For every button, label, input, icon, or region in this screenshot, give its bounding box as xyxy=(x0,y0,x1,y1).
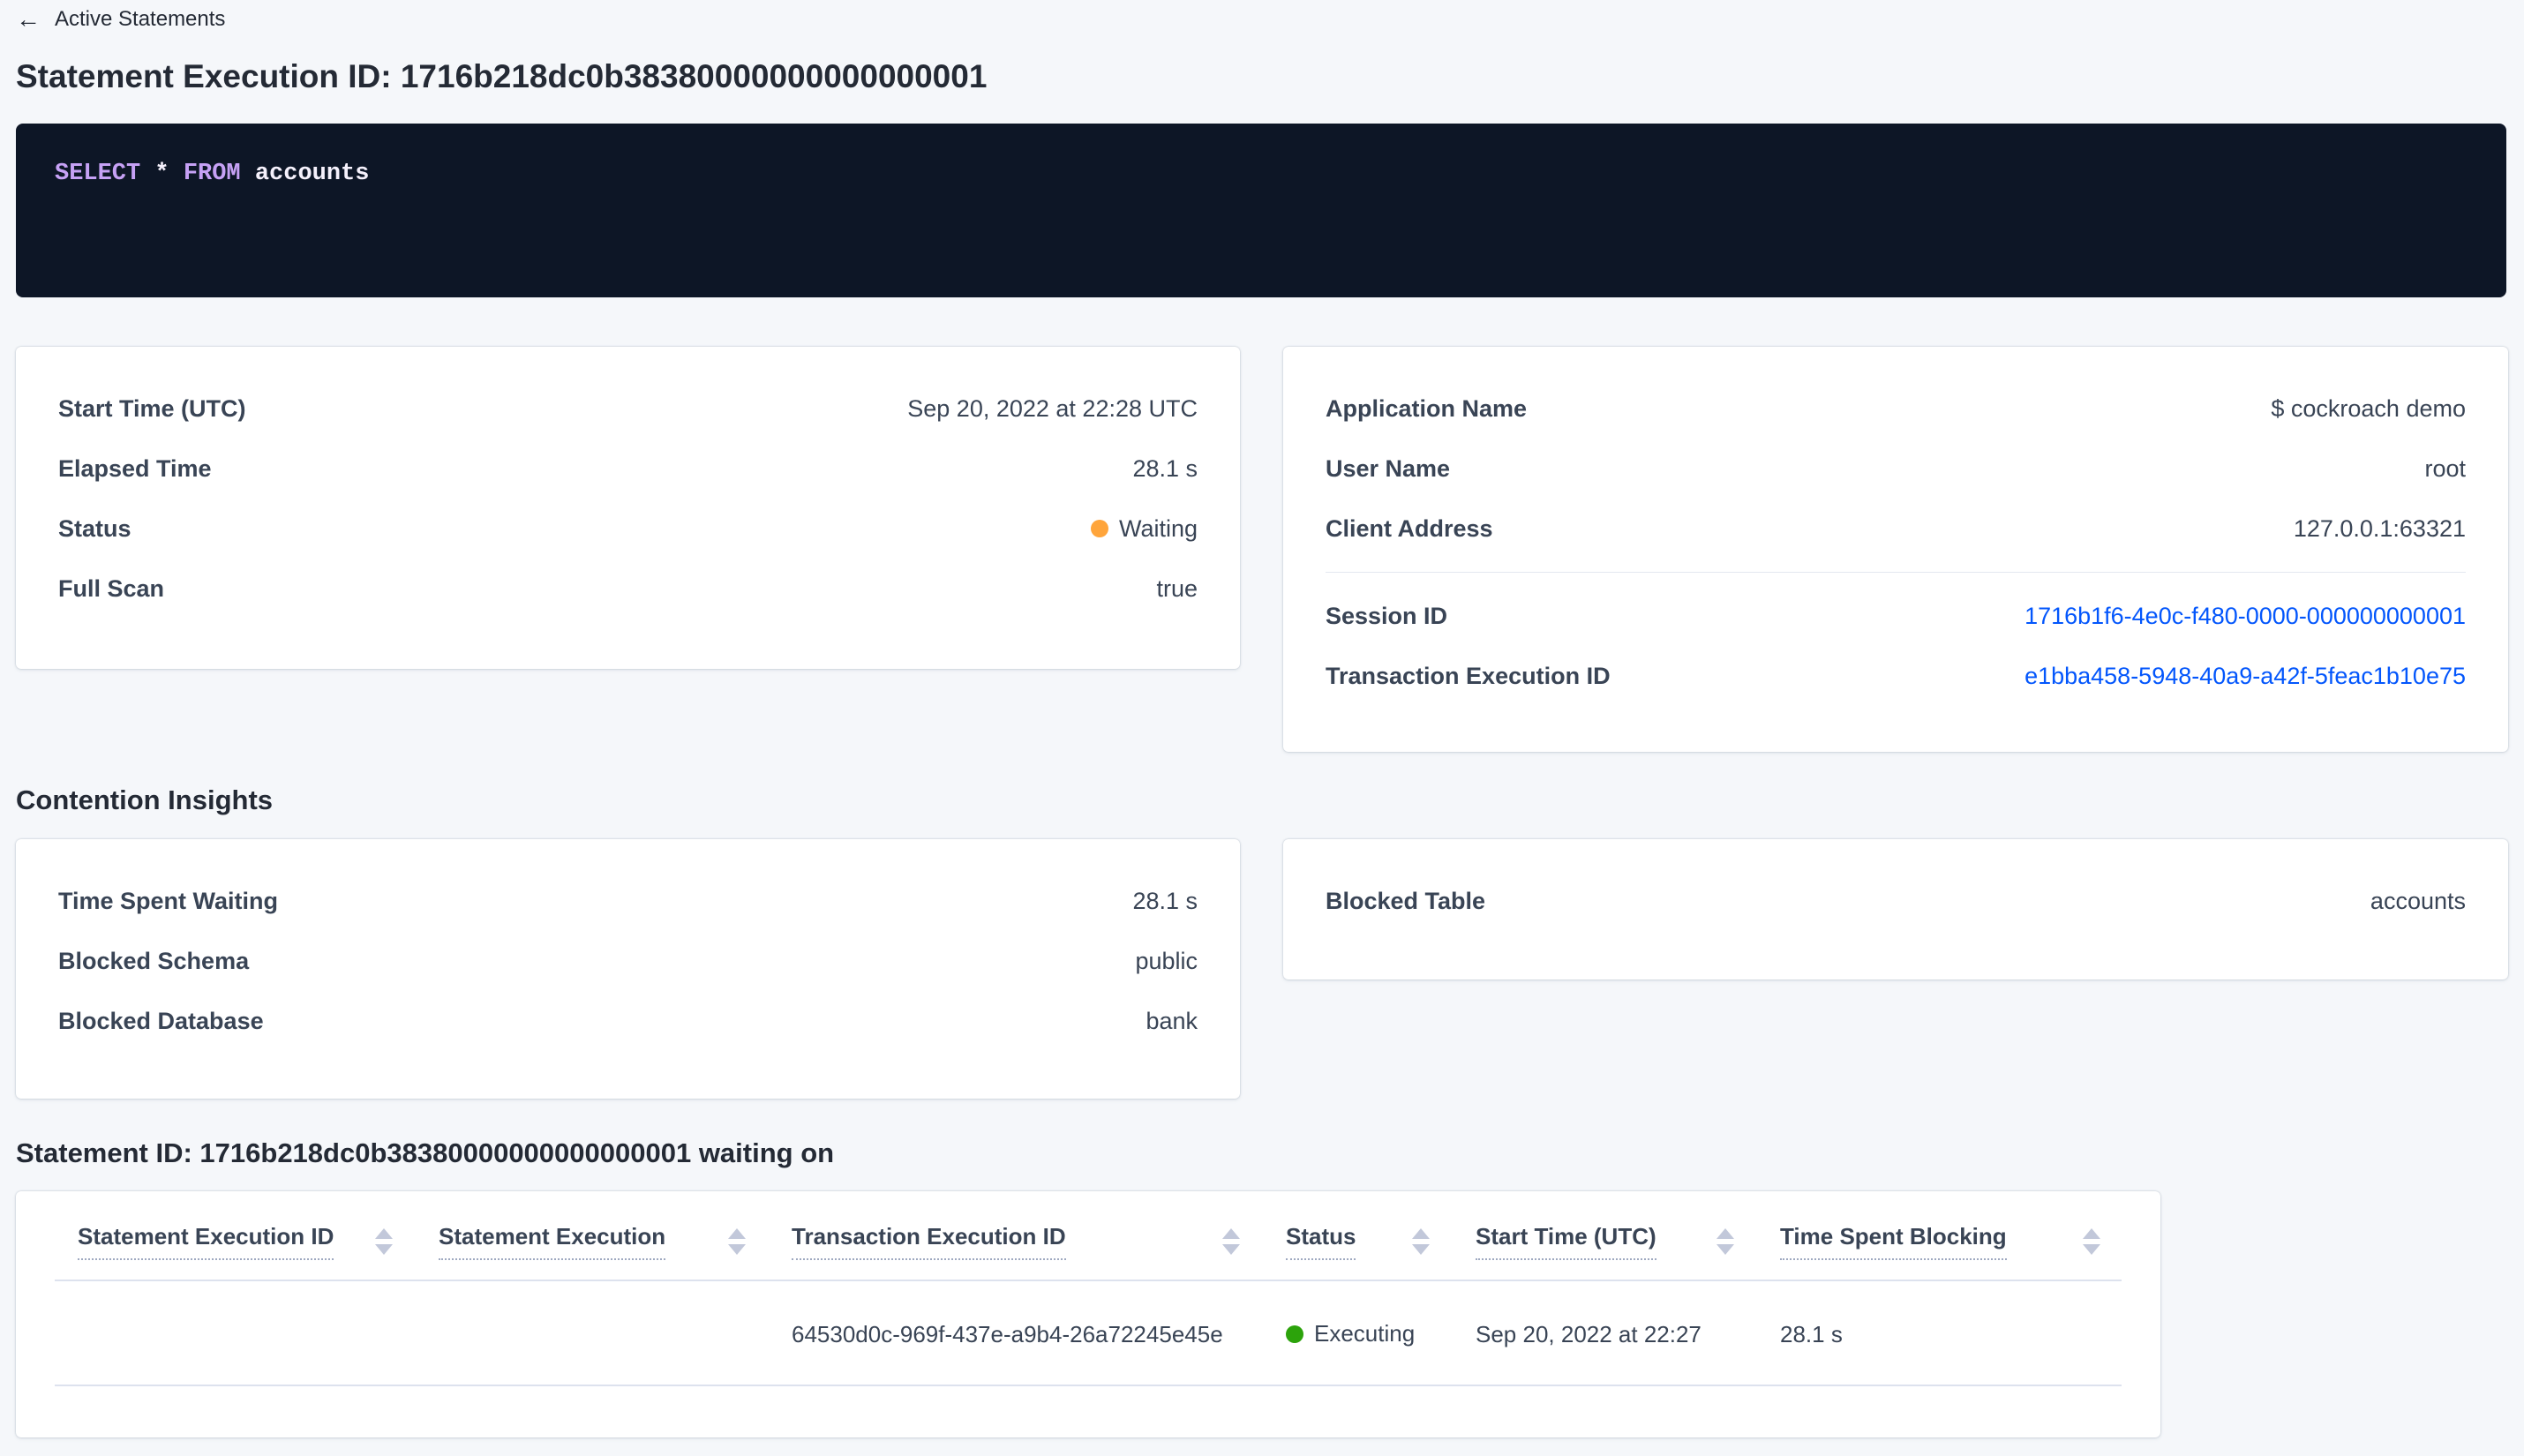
column-header-label: Status xyxy=(1286,1223,1356,1260)
kv-value: root xyxy=(2424,454,2466,482)
sql-plain: accounts xyxy=(240,161,370,187)
kv-value: public xyxy=(1135,947,1198,974)
column-header-statement-execution[interactable]: Statement Execution xyxy=(439,1191,792,1281)
waiting-on-table-card: Statement Execution ID Statement Executi… xyxy=(16,1191,2160,1437)
execution-overview-card: Start Time (UTC) Sep 20, 2022 at 22:28 U… xyxy=(16,347,1240,669)
blocked-table-card: Blocked Table accounts xyxy=(1283,839,2508,979)
kv-value: 28.1 s xyxy=(1132,454,1198,482)
kv-label: Time Spent Waiting xyxy=(58,887,279,914)
contention-cards-row: Time Spent Waiting 28.1 s Blocked Schema… xyxy=(16,839,2508,1099)
kv-row-time-spent-waiting: Time Spent Waiting 28.1 s xyxy=(58,871,1198,931)
statement-execution-details-page: ← Active Statements Statement Execution … xyxy=(0,0,2524,1437)
column-header-label: Start Time (UTC) xyxy=(1476,1223,1656,1260)
column-header-statement-execution-id[interactable]: Statement Execution ID xyxy=(55,1191,439,1281)
column-header-transaction-execution-id[interactable]: Transaction Execution ID xyxy=(792,1191,1286,1281)
cell-statement-execution-id xyxy=(55,1280,439,1386)
sql-statement-box: SELECT * FROM accounts xyxy=(16,124,2506,297)
executing-status-dot-icon xyxy=(1286,1325,1303,1343)
status-text: Waiting xyxy=(1118,514,1198,542)
kv-row-blocked-table: Blocked Table accounts xyxy=(1326,871,2466,931)
sort-icon xyxy=(1412,1228,1430,1255)
kv-label: Session ID xyxy=(1326,602,1448,629)
kv-value: Sep 20, 2022 at 22:28 UTC xyxy=(907,394,1198,422)
waiting-on-table: Statement Execution ID Statement Executi… xyxy=(55,1191,2122,1386)
kv-value: true xyxy=(1156,574,1198,602)
cell-statement-execution xyxy=(439,1280,792,1386)
sort-icon xyxy=(1222,1228,1240,1255)
kv-label: Full Scan xyxy=(58,574,165,602)
kv-row-elapsed-time: Elapsed Time 28.1 s xyxy=(58,439,1198,499)
sql-keyword: FROM xyxy=(183,161,241,187)
kv-value: 28.1 s xyxy=(1132,887,1198,914)
contention-insights-heading: Contention Insights xyxy=(16,784,274,815)
kv-row-application-name: Application Name $ cockroach demo xyxy=(1326,379,2466,439)
back-link-label: Active Statements xyxy=(55,7,226,31)
kv-label: Blocked Schema xyxy=(58,947,250,974)
kv-value: $ cockroach demo xyxy=(2271,394,2466,422)
kv-row-status: Status Waiting xyxy=(58,499,1198,559)
column-header-label: Statement Execution xyxy=(439,1223,666,1260)
cell-time-spent-blocking: 28.1 s xyxy=(1780,1280,2122,1386)
session-details-card: Application Name $ cockroach demo User N… xyxy=(1283,347,2508,752)
kv-row-start-time: Start Time (UTC) Sep 20, 2022 at 22:28 U… xyxy=(58,379,1198,439)
kv-label: Blocked Database xyxy=(58,1007,264,1034)
kv-label: Application Name xyxy=(1326,394,1528,422)
column-header-status[interactable]: Status xyxy=(1286,1191,1476,1281)
cell-transaction-execution-id: 64530d0c-969f-437e-a9b4-26a72245e45e xyxy=(792,1280,1286,1386)
column-header-time-spent-blocking[interactable]: Time Spent Blocking xyxy=(1780,1191,2122,1281)
kv-value: bank xyxy=(1146,1007,1198,1034)
kv-row-blocked-schema: Blocked Schema public xyxy=(58,931,1198,991)
sort-icon xyxy=(2083,1228,2100,1255)
kv-row-session-id: Session ID 1716b1f6-4e0c-f480-0000-00000… xyxy=(1326,586,2466,646)
kv-label: User Name xyxy=(1326,454,1451,482)
column-header-label: Statement Execution ID xyxy=(78,1223,334,1260)
kv-value: accounts xyxy=(2370,887,2466,914)
kv-row-full-scan: Full Scan true xyxy=(58,559,1198,619)
contention-waiting-card: Time Spent Waiting 28.1 s Blocked Schema… xyxy=(16,839,1240,1099)
sort-icon xyxy=(728,1228,746,1255)
back-to-active-statements-link[interactable]: ← Active Statements xyxy=(16,7,225,32)
kv-row-user-name: User Name root xyxy=(1326,439,2466,499)
kv-row-client-address: Client Address 127.0.0.1:63321 xyxy=(1326,499,2466,559)
table-row: 64530d0c-969f-437e-a9b4-26a72245e45e Exe… xyxy=(55,1280,2122,1386)
kv-row-blocked-database: Blocked Database bank xyxy=(58,991,1198,1051)
overview-cards-row: Start Time (UTC) Sep 20, 2022 at 22:28 U… xyxy=(16,347,2508,752)
table-header-row: Statement Execution ID Statement Executi… xyxy=(55,1191,2122,1281)
kv-label: Transaction Execution ID xyxy=(1326,662,1611,689)
kv-label: Start Time (UTC) xyxy=(58,394,246,422)
cell-status: Executing xyxy=(1286,1280,1476,1386)
session-id-link[interactable]: 1716b1f6-4e0c-f480-0000-000000000001 xyxy=(2024,603,2466,630)
kv-label: Blocked Table xyxy=(1326,887,1486,914)
kv-row-transaction-execution-id: Transaction Execution ID e1bba458-5948-4… xyxy=(1326,646,2466,706)
sql-statement-text: SELECT * FROM accounts xyxy=(55,161,2468,187)
cell-start-time: Sep 20, 2022 at 22:27 xyxy=(1476,1280,1780,1386)
status-value: Waiting xyxy=(1090,514,1198,543)
waiting-status-dot-icon xyxy=(1090,520,1108,537)
status-text: Executing xyxy=(1314,1320,1416,1347)
column-header-label: Time Spent Blocking xyxy=(1780,1223,2007,1260)
column-header-start-time[interactable]: Start Time (UTC) xyxy=(1476,1191,1780,1281)
kv-label: Elapsed Time xyxy=(58,454,212,482)
kv-value: 127.0.0.1:63321 xyxy=(2293,514,2466,542)
back-arrow-icon: ← xyxy=(16,5,41,33)
sql-keyword: SELECT xyxy=(55,161,141,187)
kv-label: Status xyxy=(58,514,131,542)
kv-label: Client Address xyxy=(1326,514,1493,542)
transaction-execution-id-link[interactable]: e1bba458-5948-40a9-a42f-5feac1b10e75 xyxy=(2024,663,2466,690)
card-divider xyxy=(1326,572,2466,573)
page-title: Statement Execution ID: 1716b218dc0b3838… xyxy=(16,58,988,94)
sort-icon xyxy=(375,1228,393,1255)
waiting-on-heading: Statement ID: 1716b218dc0b38380000000000… xyxy=(16,1137,835,1168)
sort-icon xyxy=(1716,1228,1734,1255)
column-header-label: Transaction Execution ID xyxy=(792,1223,1066,1260)
sql-plain: * xyxy=(140,161,184,187)
